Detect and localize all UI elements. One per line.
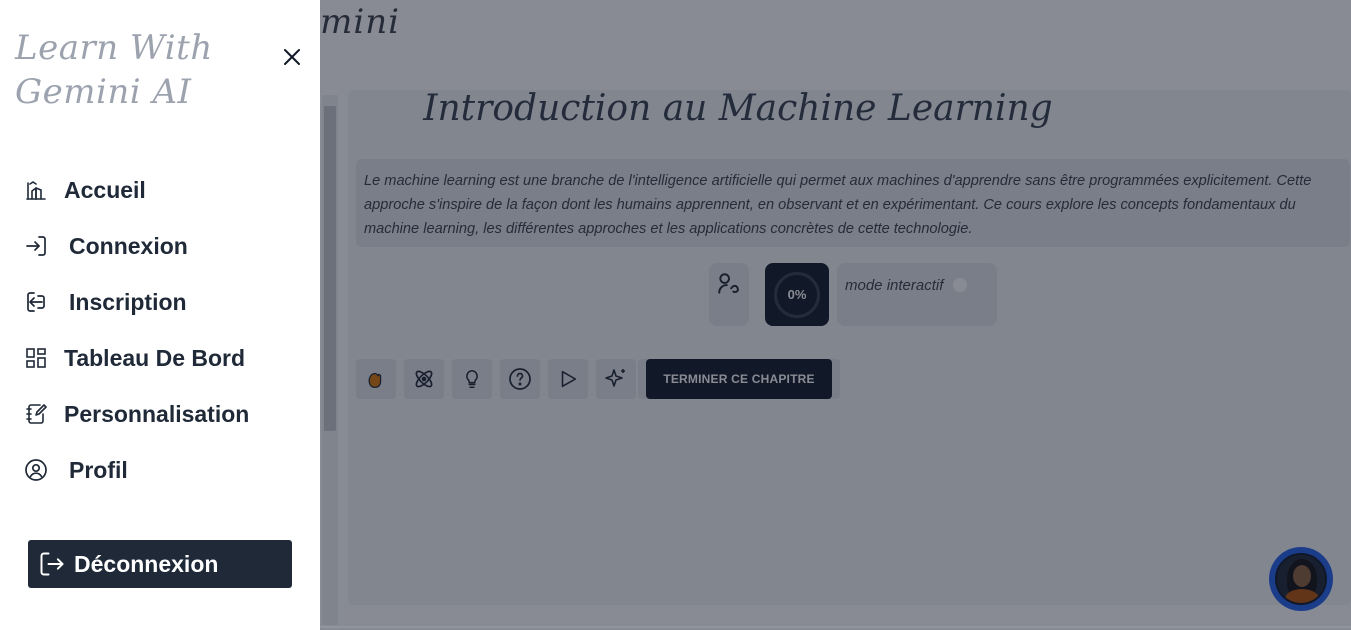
nav-label-accueil: Accueil	[64, 176, 146, 203]
dashboard-icon	[24, 346, 48, 370]
logout-button[interactable]: Déconnexion	[28, 540, 292, 588]
close-icon	[284, 49, 300, 65]
nav-item-connexion[interactable]: Connexion	[24, 218, 304, 274]
drawer-brand: Learn With Gemini AI	[15, 26, 245, 114]
logout-icon	[40, 552, 64, 576]
brand-line-1: Learn With	[15, 28, 213, 68]
nav-label-tableau-de-bord: Tableau De Bord	[64, 344, 246, 371]
nav-item-accueil[interactable]: Accueil	[24, 162, 304, 218]
side-drawer: Learn With Gemini AI Accueil Connexion I…	[0, 0, 320, 630]
nav-item-tableau-de-bord[interactable]: Tableau De Bord	[24, 330, 304, 386]
nav-item-personnalisation[interactable]: Personnalisation	[24, 386, 304, 442]
nav-label-personnalisation: Personnalisation	[64, 400, 250, 427]
edit-notebook-icon	[24, 402, 48, 426]
nav-item-inscription[interactable]: Inscription	[24, 274, 304, 330]
close-drawer-button[interactable]	[280, 45, 304, 69]
nav-label-inscription: Inscription	[69, 288, 187, 315]
drawer-backdrop[interactable]	[320, 0, 1351, 630]
brand-line-2: Gemini AI	[15, 72, 192, 112]
nav-label-connexion: Connexion	[69, 232, 188, 259]
home-chart-icon	[24, 178, 48, 202]
drawer-nav: Accueil Connexion Inscription Tableau De…	[24, 162, 304, 498]
signup-icon	[24, 290, 48, 314]
nav-item-profil[interactable]: Profil	[24, 442, 304, 498]
logout-label: Déconnexion	[74, 550, 219, 577]
nav-label-profil: Profil	[69, 456, 128, 483]
login-icon	[24, 234, 48, 258]
user-circle-icon	[24, 458, 48, 482]
